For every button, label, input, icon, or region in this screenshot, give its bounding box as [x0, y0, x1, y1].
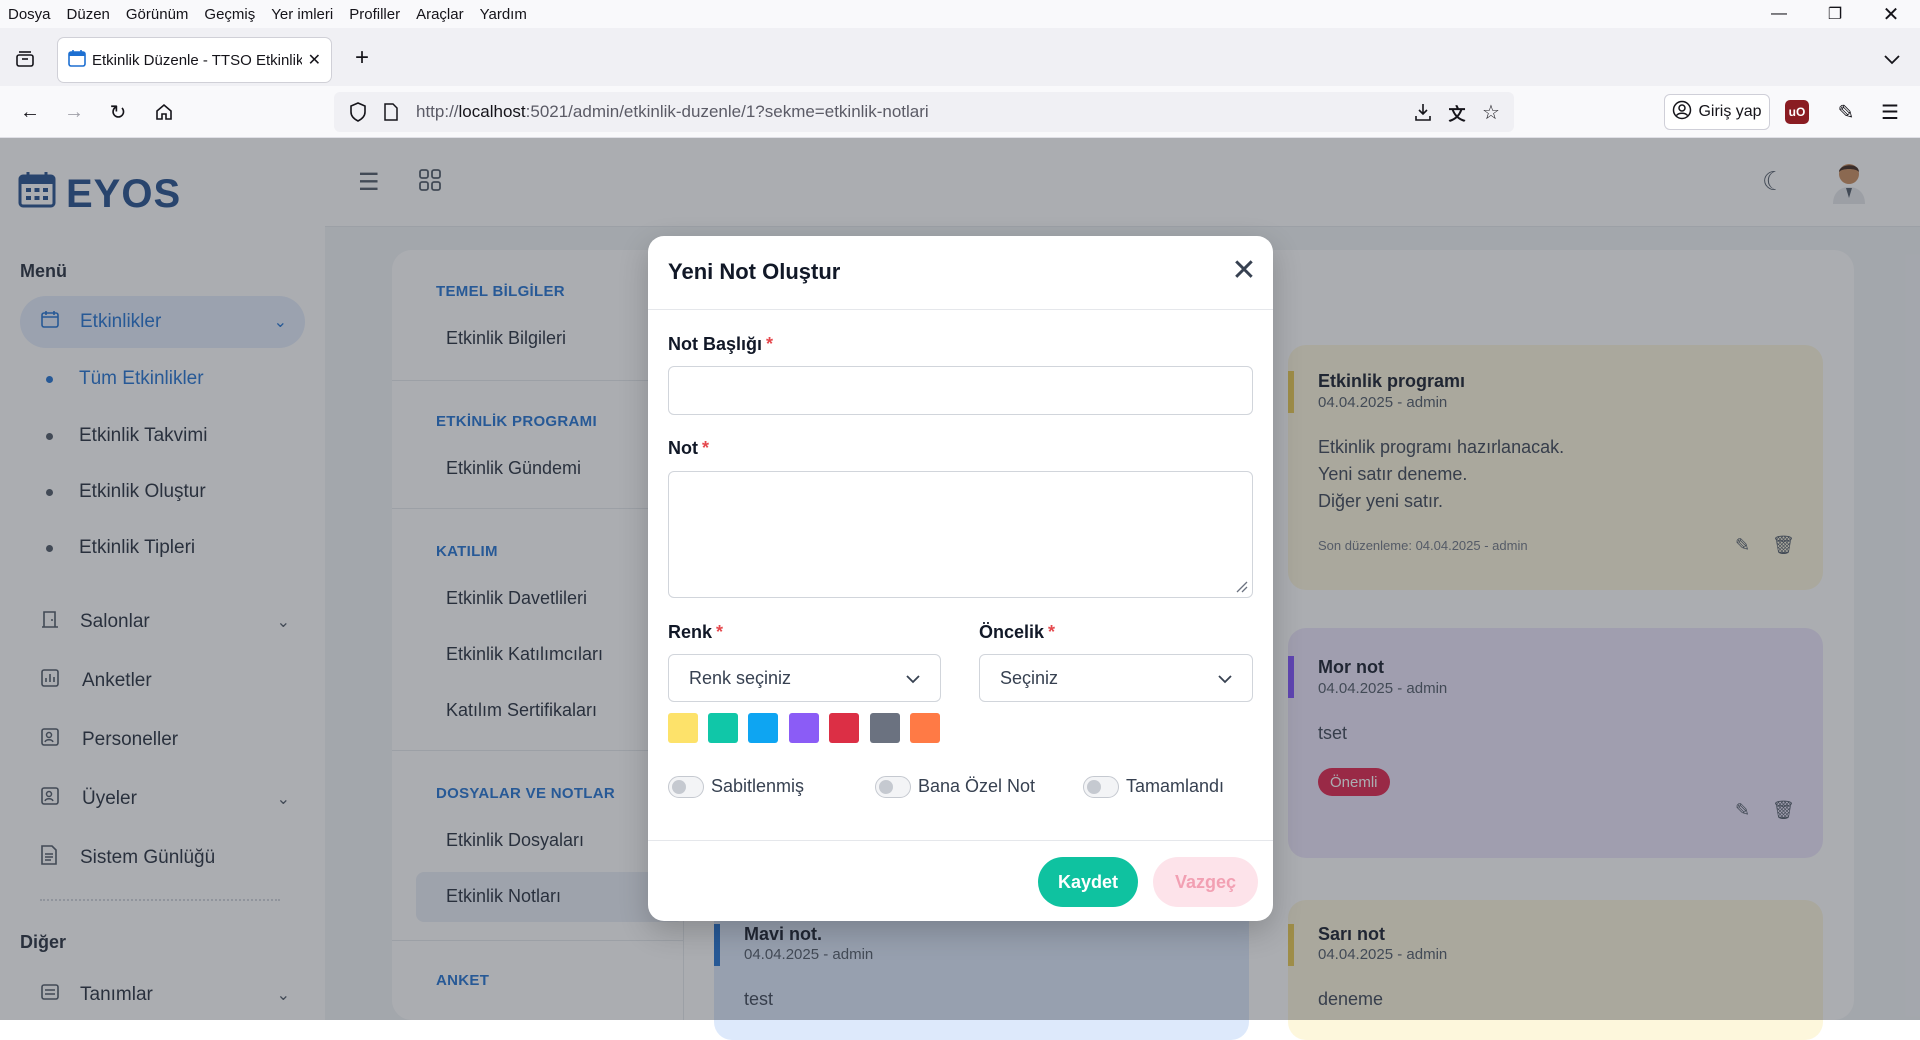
menu-gorunum[interactable]: Görünüm	[126, 6, 189, 23]
url-bar[interactable]: http://localhost:5021/admin/etkinlik-duz…	[334, 92, 1514, 132]
color-swatch-yellow[interactable]	[668, 713, 698, 743]
tab-list-icon[interactable]	[12, 46, 38, 72]
back-icon[interactable]: ←	[12, 94, 48, 130]
menu-gecmis[interactable]: Geçmiş	[204, 6, 255, 23]
resize-handle-icon[interactable]	[1234, 579, 1248, 593]
menu-duzen[interactable]: Düzen	[67, 6, 110, 23]
pinned-toggle[interactable]	[668, 776, 704, 798]
menu-profiller[interactable]: Profiller	[349, 6, 400, 23]
browser-menubar: Dosya Düzen Görünüm Geçmiş Yer imleri Pr…	[0, 0, 1920, 28]
modal-title: Yeni Not Oluştur	[668, 259, 841, 284]
label-text: Öncelik	[979, 622, 1045, 642]
reload-icon[interactable]: ↻	[100, 94, 136, 130]
translate-icon[interactable]: 文	[1440, 100, 1474, 125]
page-icon[interactable]	[380, 103, 402, 121]
save-button[interactable]: Kaydet	[1038, 857, 1138, 907]
forward-icon[interactable]: →	[56, 94, 92, 130]
priority-select[interactable]: Seçiniz	[979, 654, 1253, 702]
url-scheme: http://	[416, 102, 459, 121]
minimize-icon[interactable]: —	[1756, 0, 1802, 28]
color-swatch-red[interactable]	[829, 713, 859, 743]
chevron-down-icon	[1218, 668, 1232, 689]
chevron-down-icon[interactable]	[1878, 46, 1906, 74]
required-mark: *	[716, 622, 724, 642]
label-text: Not	[668, 438, 698, 458]
private-note-toggle[interactable]	[875, 776, 911, 798]
completed-toggle[interactable]	[1083, 776, 1119, 798]
download-icon[interactable]	[1406, 102, 1440, 122]
color-swatch-blue[interactable]	[748, 713, 778, 743]
note-title-label: Not Başlığı *	[668, 334, 773, 355]
url-path: :5021/admin/etkinlik-duzenle/1?sekme=etk…	[525, 102, 929, 121]
calendar-icon	[68, 49, 86, 71]
color-swatch-purple[interactable]	[789, 713, 819, 743]
modal-footer-divider	[648, 840, 1273, 841]
color-label: Renk *	[668, 622, 723, 643]
menu-yer-imleri[interactable]: Yer imleri	[271, 6, 333, 23]
color-swatch-teal[interactable]	[708, 713, 738, 743]
shield-icon[interactable]	[344, 102, 372, 122]
tab-title: Etkinlik Düzenle - TTSO Etkinlik	[92, 51, 302, 69]
private-note-label: Bana Özel Not	[918, 776, 1036, 796]
note-label: Not *	[668, 438, 709, 459]
url-text: http://localhost:5021/admin/etkinlik-duz…	[416, 102, 929, 122]
completed-label: Tamamlandı	[1126, 776, 1225, 796]
restore-icon[interactable]: ❐	[1812, 0, 1858, 28]
signin-button[interactable]: Giriş yap	[1664, 94, 1770, 130]
label-text: Not Başlığı	[668, 334, 763, 354]
new-tab-icon[interactable]: +	[348, 44, 376, 72]
account-icon	[1672, 100, 1692, 125]
chevron-down-icon	[906, 668, 920, 689]
pinned-label: Sabitlenmiş	[711, 776, 805, 796]
note-title-input[interactable]	[668, 366, 1253, 415]
menu-yardim[interactable]: Yardım	[480, 6, 527, 23]
close-icon[interactable]: ✕	[1230, 256, 1258, 286]
required-mark: *	[702, 438, 710, 458]
ublock-icon[interactable]: uO	[1785, 100, 1809, 124]
required-mark: *	[1048, 622, 1056, 642]
select-value: Seçiniz	[1000, 667, 1059, 688]
hamburger-menu-icon[interactable]: ☰	[1872, 94, 1908, 130]
color-select[interactable]: Renk seçiniz	[668, 654, 941, 702]
close-tab-icon[interactable]: ✕	[308, 50, 321, 70]
menu-dosya[interactable]: Dosya	[8, 6, 51, 23]
select-value: Renk seçiniz	[689, 667, 792, 688]
note-textarea[interactable]	[668, 471, 1253, 598]
required-mark: *	[766, 334, 774, 354]
color-swatch-gray[interactable]	[870, 713, 900, 743]
close-window-icon[interactable]: ✕	[1868, 0, 1914, 28]
priority-label: Öncelik *	[979, 622, 1055, 643]
browser-tab-active[interactable]: Etkinlik Düzenle - TTSO Etkinlik ✕	[58, 38, 331, 82]
bookmark-star-icon[interactable]: ☆	[1474, 100, 1508, 125]
color-swatch-orange[interactable]	[910, 713, 940, 743]
signin-label: Giriş yap	[1698, 103, 1762, 120]
label-text: Renk	[668, 622, 713, 642]
menu-araclar[interactable]: Araçlar	[416, 6, 464, 23]
url-host: localhost	[458, 102, 526, 121]
extensions-icon[interactable]: ✎	[1828, 94, 1864, 130]
home-icon[interactable]	[146, 94, 182, 130]
cancel-button[interactable]: Vazgeç	[1153, 857, 1258, 907]
